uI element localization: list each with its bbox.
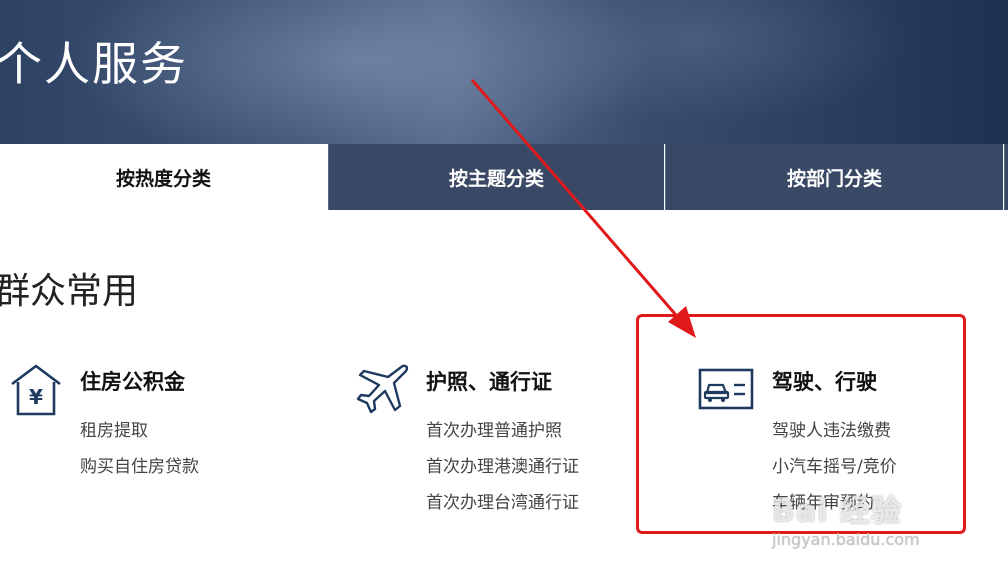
page-title: 个人服务 [0,37,188,91]
watermark-url: jingyan.baidu.com [772,530,920,549]
service-link[interactable]: 购买自住房贷款 [80,452,199,477]
tab-overflow [1004,144,1008,210]
service-name: 住房公积金 [80,370,185,394]
service-name: 护照、通行证 [426,370,552,394]
watermark-logo: Bai 经验 [772,494,902,529]
section-title: 群众常用 [0,271,139,312]
tab-by-department[interactable]: 按部门分类 [665,144,1003,210]
house-yuan-icon: ¥ [11,364,61,416]
svg-text:¥: ¥ [29,385,43,409]
service-link[interactable]: 首次办理普通护照 [426,416,562,441]
category-tabs: 按热度分类 按主题分类 按部门分类 [0,144,1008,210]
hero-banner: 个人服务 [0,0,1008,144]
service-link[interactable]: 首次办理台湾通行证 [426,488,579,513]
tab-by-popularity[interactable]: 按热度分类 [0,144,327,210]
tab-by-topic[interactable]: 按主题分类 [328,144,664,210]
service-link[interactable]: 租房提取 [80,416,148,441]
service-link[interactable]: 首次办理港澳通行证 [426,452,579,477]
airplane-icon [356,364,409,414]
